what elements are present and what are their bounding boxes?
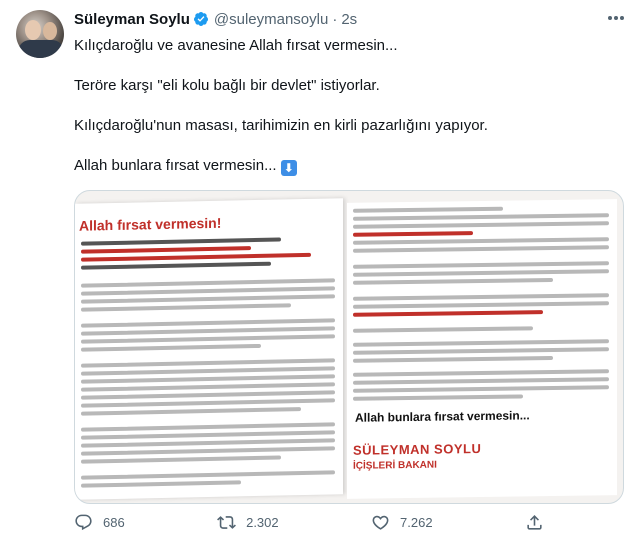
doc-heading: Allah bunlara fırsat vermesin... xyxy=(355,408,530,425)
reply-icon xyxy=(75,514,92,530)
display-name[interactable]: Süleyman Soylu xyxy=(74,11,190,28)
retweet-icon xyxy=(217,515,237,529)
share-button[interactable] xyxy=(525,513,544,532)
verified-badge-icon xyxy=(193,12,208,26)
action-bar: 686 2.302 7.262 xyxy=(74,510,544,534)
timestamp[interactable]: 2s xyxy=(341,11,357,28)
tweet-line-3: Kılıçdaroğlu'nun masası, tarihimizin en … xyxy=(74,117,488,134)
tweet-text: Kılıçdaroğlu ve avanesine Allah fırsat v… xyxy=(74,36,624,176)
tweet-media-image[interactable]: Allah fırsat vermesin! Allah bunlara fır… xyxy=(74,190,624,504)
tweet-line-4-text: Allah bunlara fırsat vermesin... xyxy=(74,157,277,174)
document-page-right: Allah bunlara fırsat vermesin... SÜLEYMA… xyxy=(347,199,617,499)
tweet-line-1: Kılıçdaroğlu ve avanesine Allah fırsat v… xyxy=(74,37,398,54)
like-icon xyxy=(372,515,389,530)
separator: · xyxy=(332,10,338,28)
reply-button[interactable]: 686 xyxy=(74,513,125,532)
more-icon[interactable] xyxy=(604,8,628,28)
tweet-line-2: Teröre karşı "eli kolu bağlı bir devlet"… xyxy=(74,77,380,94)
retweet-count: 2.302 xyxy=(246,514,279,530)
tweet-header: Süleyman Soylu @suleymansoylu · 2s xyxy=(74,10,357,28)
tweet: Süleyman Soylu @suleymansoylu · 2s Kılıç… xyxy=(0,0,640,543)
like-count: 7.262 xyxy=(400,514,433,530)
tweet-line-4: Allah bunlara fırsat vermesin... ⬇ xyxy=(74,156,624,176)
signature-name: SÜLEYMAN SOYLU xyxy=(353,441,482,458)
signature-role: İÇİŞLERİ BAKANI xyxy=(353,459,437,472)
like-button[interactable]: 7.262 xyxy=(371,513,433,532)
down-arrow-emoji-icon: ⬇ xyxy=(280,160,297,176)
document-page-left: Allah fırsat vermesin! xyxy=(75,198,343,500)
share-icon xyxy=(527,514,542,530)
avatar[interactable] xyxy=(16,10,64,58)
reply-count: 686 xyxy=(103,514,125,530)
retweet-button[interactable]: 2.302 xyxy=(217,513,279,532)
handle[interactable]: @suleymansoylu xyxy=(214,11,328,28)
doc-title: Allah fırsat vermesin! xyxy=(79,214,222,234)
